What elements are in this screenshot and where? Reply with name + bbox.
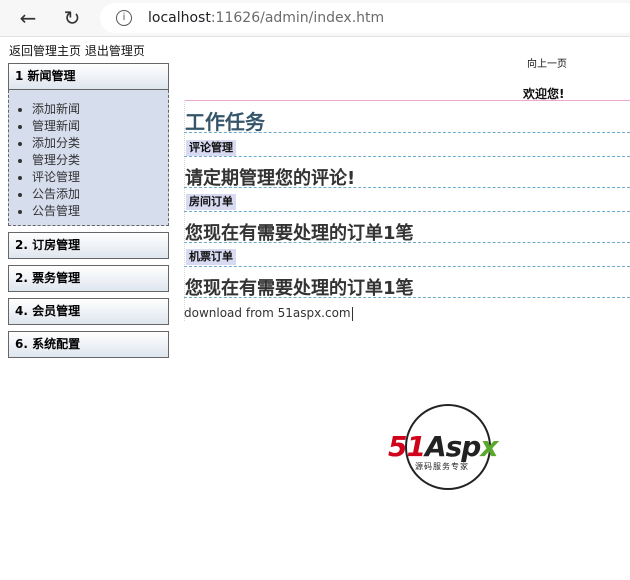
page-title: 工作任务 [185,110,265,134]
sidebar-submenu-news: 添加新闻 管理新闻 添加分类 管理分类 评论管理 公告添加 公告管理 [8,90,169,226]
divider [184,187,630,188]
address-bar[interactable]: i localhost:11626/admin/index.htm [100,3,630,33]
sidebar-item-add-notice[interactable]: 公告添加 [32,186,168,203]
divider [184,242,630,243]
sidebar-group-news[interactable]: 1 新闻管理 [8,63,169,90]
sidebar-item-manage-notice[interactable]: 公告管理 [32,203,168,220]
page-content: 返回管理主页 退出管理页 1 新闻管理 添加新闻 管理新闻 添加分类 管理分类 … [0,37,630,580]
logout-link[interactable]: 退出管理页 [85,44,145,58]
divider [184,297,630,298]
browser-toolbar: ← ↻ i localhost:11626/admin/index.htm [0,0,630,37]
sidebar-group-settings[interactable]: 6. 系统配置 [8,331,169,358]
sidebar-item-manage-category[interactable]: 管理分类 [32,152,168,169]
51aspx-logo: 51Aspx 源码服务专家 [388,404,512,494]
info-icon[interactable]: i [116,10,132,26]
logo-tagline: 源码服务专家 [415,462,469,471]
logo-mark-x: x [480,430,498,463]
divider [184,156,630,157]
section-tag-room-orders: 房间订单 [186,194,236,210]
sidebar: 1 新闻管理 添加新闻 管理新闻 添加分类 管理分类 评论管理 公告添加 公告管… [8,63,169,358]
logo-mark-51: 51 [388,430,426,463]
divider [184,266,630,267]
divider [184,211,630,212]
section-tag-comments: 评论管理 [186,140,236,156]
content-divider [184,100,630,101]
back-arrow-icon[interactable]: ← [14,4,42,32]
logo-wordmark: 51Aspx [388,430,498,463]
download-note: download from 51aspx.com [184,306,353,321]
sidebar-group-members[interactable]: 4. 会员管理 [8,298,169,325]
url-host: localhost [148,10,211,26]
download-note-text: download from 51aspx.com [184,306,351,320]
section-tag-flight-orders: 机票订单 [186,249,236,265]
sidebar-group-tickets[interactable]: 2. 票务管理 [8,265,169,292]
sidebar-item-manage-comments[interactable]: 评论管理 [32,169,168,186]
url-text[interactable]: localhost:11626/admin/index.htm [148,10,384,26]
back-to-admin-home-link[interactable]: 返回管理主页 [9,44,81,58]
prev-page-link[interactable]: 向上一页 [527,55,567,70]
reload-icon[interactable]: ↻ [58,4,86,32]
sidebar-item-manage-news[interactable]: 管理新闻 [32,118,168,135]
top-links: 返回管理主页 退出管理页 [9,42,145,59]
sidebar-item-add-category[interactable]: 添加分类 [32,135,168,152]
url-path: :11626/admin/index.htm [210,10,385,26]
sidebar-item-add-news[interactable]: 添加新闻 [32,101,168,118]
text-caret [351,306,353,321]
logo-mark-asp: Asp [424,430,481,463]
sidebar-group-rooms[interactable]: 2. 订房管理 [8,232,169,259]
divider [184,132,630,133]
